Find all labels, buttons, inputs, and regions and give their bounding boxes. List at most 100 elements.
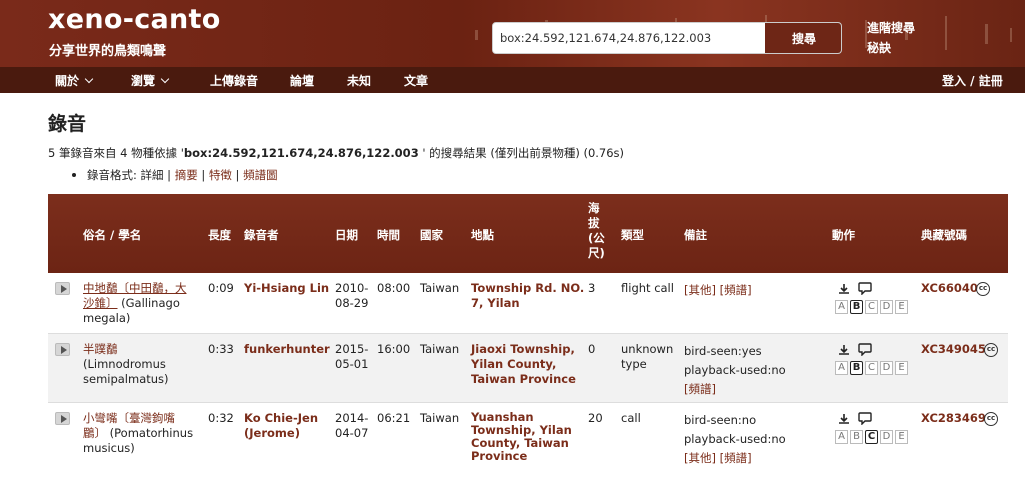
search-button[interactable]: 搜尋 [765, 23, 841, 53]
play-button[interactable] [55, 412, 70, 425]
cc-license-icon[interactable]: cc [984, 412, 998, 426]
species-sci-1: (Limnodromus [83, 357, 166, 371]
remark-bird-seen: bird-seen:no [684, 413, 757, 427]
grade-a-button[interactable]: A [835, 361, 848, 375]
date-line-1: 2015- [335, 342, 369, 356]
time-cell: 08:00 [377, 281, 411, 295]
date-line-1: 2010- [335, 281, 369, 295]
grade-b-button[interactable]: B [850, 300, 863, 314]
location-line-3: Taiwan Province [471, 372, 576, 386]
cc-license-icon[interactable]: cc [976, 282, 990, 296]
date-line-1: 2014- [335, 411, 369, 425]
download-icon[interactable] [838, 344, 850, 356]
location-link[interactable]: Yuanshan Township, Yilan County, Taiwan Pro… [471, 411, 572, 463]
col-elevation-1: 海 [588, 201, 600, 215]
summary-suffix: ' 的搜尋結果 (僅列出前景物種) (0.76s) [418, 146, 625, 160]
date-line-2: 05-01 [335, 357, 369, 371]
format-codes-link[interactable]: 特徵 [209, 168, 232, 182]
quality-rating: ABCDE [835, 361, 908, 375]
chevron-down-icon [160, 74, 170, 84]
nav-login[interactable]: 登入 / 註冊 [942, 72, 1003, 89]
location-line-1: Yuanshan [471, 410, 534, 424]
discuss-icon[interactable] [858, 343, 872, 356]
site-header: xeno-canto 分享世界的鳥類鳴聲 搜尋 進階搜尋 秘訣 [0, 0, 1025, 67]
date-cell: 2010- 08-29 [335, 281, 368, 311]
advanced-search-link[interactable]: 進階搜尋 [867, 19, 915, 36]
elevation-cell: 20 [588, 411, 603, 425]
nav-articles[interactable]: 文章 [404, 72, 428, 89]
grade-c-button[interactable]: C [865, 430, 878, 444]
nav-forum[interactable]: 論壇 [290, 72, 314, 89]
date-cell: 2014- 04-07 [335, 411, 368, 441]
discuss-icon[interactable] [858, 282, 872, 295]
remark-bird-seen: bird-seen:yes [684, 344, 762, 358]
format-sonograms-link[interactable]: 頻譜圖 [243, 168, 278, 182]
time-cell: 06:21 [377, 411, 411, 425]
remarks-links[interactable]: [其他] [頻譜] [684, 451, 752, 465]
nav-mystery[interactable]: 未知 [347, 72, 371, 89]
species-link[interactable]: 半蹼鷸 [83, 342, 118, 356]
grade-c-button[interactable]: C [865, 361, 878, 375]
grade-e-button[interactable]: E [895, 430, 908, 444]
tips-link[interactable]: 秘訣 [867, 39, 891, 56]
grade-b-button[interactable]: B [850, 361, 863, 375]
grade-e-button[interactable]: E [895, 361, 908, 375]
quality-rating: ABCDE [835, 430, 908, 444]
nav-upload[interactable]: 上傳錄音 [210, 72, 258, 89]
grade-d-button[interactable]: D [880, 300, 893, 314]
download-icon[interactable] [838, 413, 850, 425]
chevron-down-icon [84, 74, 94, 84]
type-line-2: type [621, 357, 647, 371]
remarks-links[interactable]: [其他] [頻譜] [684, 283, 752, 298]
grade-a-button[interactable]: A [835, 430, 848, 444]
species-common-1: 中地鷸〔中田鷸，大 [83, 281, 187, 295]
col-elevation-4: 尺) [588, 246, 605, 260]
nav-about[interactable]: 關於 [55, 72, 94, 89]
species-sci-2: semipalmatus) [83, 372, 169, 386]
location-link[interactable]: Jiaoxi Township, Yilan County, Taiwan Prov… [471, 342, 576, 387]
col-time: 時間 [377, 228, 400, 242]
download-icon[interactable] [838, 283, 850, 295]
play-button[interactable] [55, 343, 70, 356]
sonogram-link[interactable]: [頻譜] [684, 382, 716, 396]
species-common-2: 鶥〕 [83, 426, 106, 440]
species-common-2: 沙錐〕 [83, 296, 118, 310]
catalog-link[interactable]: XC283469 [921, 411, 986, 426]
main-nav: 關於 瀏覽 上傳錄音 論壇 未知 文章 登入 / 註冊 [0, 67, 1025, 93]
col-elevation-2: 拔 [588, 216, 600, 230]
search-input[interactable] [493, 23, 765, 53]
location-line-2: Yilan County, [471, 357, 557, 371]
grade-a-button[interactable]: A [835, 300, 848, 314]
recordist-link[interactable]: Yi-Hsiang Lin [244, 281, 329, 296]
length-cell: 0:09 [208, 281, 234, 295]
recordist-link[interactable]: Ko Chie-Jen (Jerome) [244, 411, 318, 441]
site-logo[interactable]: xeno-canto [48, 4, 221, 35]
quality-rating: ABCDE [835, 300, 908, 314]
col-length: 長度 [208, 228, 231, 242]
location-link[interactable]: Township Rd. NO. 7, Yilan [471, 281, 584, 311]
grade-c-button[interactable]: C [865, 300, 878, 314]
bullet [72, 173, 76, 177]
recordist-link[interactable]: funkerhunter [244, 342, 330, 357]
type-cell: unknown type [621, 342, 673, 372]
discuss-icon[interactable] [858, 412, 872, 425]
cc-license-icon[interactable]: cc [984, 343, 998, 357]
catalog-link[interactable]: XC66040 [921, 281, 978, 296]
grade-d-button[interactable]: D [880, 361, 893, 375]
play-button[interactable] [55, 282, 70, 295]
grade-e-button[interactable]: E [895, 300, 908, 314]
table-row: 小彎嘴〔臺灣鉤嘴 鶥〕 (Pomatorhinus musicus) 0:32 Ko… [48, 403, 1008, 477]
elevation-cell: 0 [588, 342, 596, 356]
col-remarks: 備註 [684, 228, 707, 242]
species-common-1: 小彎嘴〔臺灣鉤嘴 [83, 411, 175, 425]
grade-d-button[interactable]: D [880, 430, 893, 444]
site-tagline: 分享世界的鳥類鳴聲 [49, 44, 167, 59]
col-elevation: 海 拔 (公 尺) [588, 201, 605, 261]
location-line-2: 7, Yilan [471, 296, 520, 310]
nav-browse[interactable]: 瀏覽 [131, 72, 170, 89]
type-line-1: unknown [621, 342, 674, 356]
nav-browse-label: 瀏覽 [131, 74, 156, 88]
format-concise-link[interactable]: 摘要 [175, 168, 198, 182]
grade-b-button[interactable]: B [850, 430, 863, 444]
catalog-link[interactable]: XC349045 [921, 342, 986, 357]
